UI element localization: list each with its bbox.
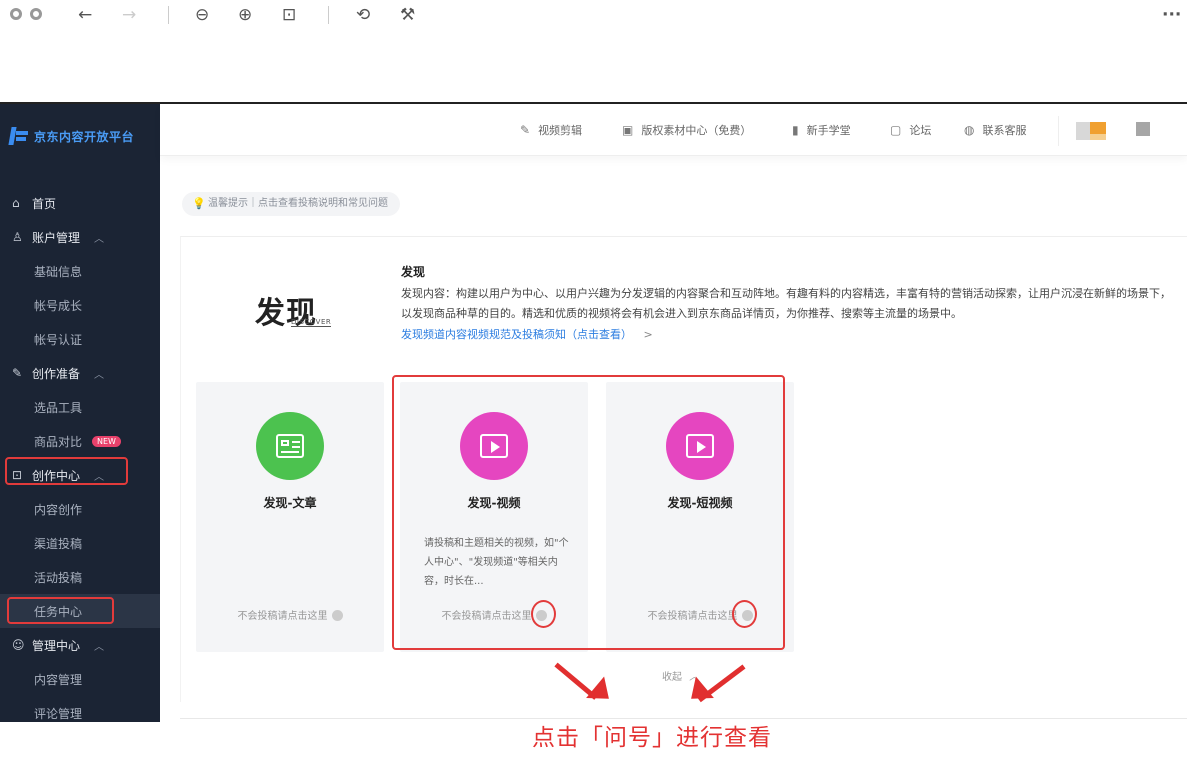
- home-icon: ⌂: [12, 196, 20, 210]
- highlight-ring: [732, 600, 757, 628]
- card-title: 发现-文章: [263, 496, 317, 510]
- header-link[interactable]: ◍ 联系客服: [964, 122, 1026, 138]
- header-link-label: 版权素材中心（免费）: [641, 124, 752, 137]
- logo-mark-icon: [8, 125, 30, 147]
- image-icon: ▣: [622, 123, 634, 137]
- highlight-box: [5, 457, 128, 485]
- header-divider: [1058, 116, 1059, 146]
- task-card[interactable]: 发现-文章不会投稿请点击这里: [196, 382, 384, 652]
- sidebar-item-label: 商品对比: [34, 434, 83, 449]
- book-icon: ▮: [792, 123, 799, 137]
- rotate-icon[interactable]: ⟲: [356, 4, 370, 26]
- sidebar-item[interactable]: 渠道投稿: [0, 526, 160, 560]
- avatar[interactable]: [1076, 122, 1106, 140]
- sidebar-item[interactable]: 内容管理: [0, 662, 160, 696]
- sidebar-item[interactable]: 帐号成长: [0, 288, 160, 322]
- guideline-link[interactable]: 发现频道内容视频规范及投稿须知（点击查看） >: [401, 326, 653, 342]
- highlight-ring: [531, 600, 556, 628]
- sidebar-item-label: 帐号认证: [34, 332, 83, 347]
- header-link[interactable]: ✎ 视频剪辑: [520, 122, 582, 138]
- sidebar-item[interactable]: 内容创作: [0, 492, 160, 526]
- sidebar-item[interactable]: ✎ 创作准备 ︿: [0, 356, 160, 390]
- link-arrow-icon: >: [643, 328, 653, 341]
- sidebar-item-label: 首页: [32, 196, 57, 211]
- intro-title: 发现: [401, 265, 426, 279]
- discover-logo: 发现 DISCOVER: [255, 288, 335, 334]
- annotation-caption: 点击「问号」进行查看: [532, 725, 772, 751]
- sidebar-item[interactable]: 基础信息: [0, 254, 160, 288]
- sidebar-item[interactable]: 评论管理: [0, 696, 160, 730]
- toolbar-divider: [328, 6, 329, 24]
- viewer-toolbar: ← → ⊖ ⊕ ⊡ ⟲ ⚒ ···: [0, 0, 1187, 32]
- sidebar-item[interactable]: 选品工具: [0, 390, 160, 424]
- sidebar-item[interactable]: ⌂ 首页: [0, 186, 160, 220]
- logo: 京东内容开放平台: [8, 124, 134, 148]
- sidebar-item-label: 选品工具: [34, 400, 83, 415]
- back-icon[interactable]: ←: [78, 4, 92, 26]
- tools-icon[interactable]: ⚒: [400, 4, 415, 26]
- header-link-label: 论坛: [909, 124, 932, 137]
- more-icon[interactable]: ···: [1162, 4, 1181, 26]
- header-link-label: 联系客服: [982, 124, 1027, 137]
- question-mark-icon[interactable]: [331, 610, 343, 621]
- chevron-up-icon[interactable]: ︿: [94, 638, 104, 653]
- header-link-label: 新手学堂: [806, 124, 851, 137]
- sidebar-item-label: 内容创作: [34, 502, 83, 517]
- article-icon: [256, 412, 324, 480]
- sidebar-item-label: 评论管理: [34, 706, 83, 721]
- forward-icon[interactable]: →: [122, 4, 136, 26]
- zoom-in-icon[interactable]: ⊕: [238, 4, 252, 26]
- sidebar-item-label: 内容管理: [34, 672, 83, 687]
- tip-banner[interactable]: 💡 温馨提示｜点击查看投稿说明和常见问题: [182, 192, 400, 216]
- sidebar-item-label: 渠道投稿: [34, 536, 83, 551]
- pen-icon: ✎: [12, 366, 23, 380]
- top-header: ✎ 视频剪辑 ▣ 版权素材中心（免费） ▮ 新手学堂 ▢ 论坛 ◍ 联系客服: [160, 104, 1187, 156]
- intro-text: 发现内容：构建以用户为中心、以用户兴趣为分发逻辑的内容聚合和互动阵地。有趣有料的…: [401, 287, 1171, 320]
- logo-small-text: DISCOVER: [291, 318, 332, 327]
- sidebar-item-label: 基础信息: [34, 264, 83, 279]
- sidebar-item-label: 帐号成长: [34, 298, 83, 313]
- header-link[interactable]: ▢ 论坛: [890, 122, 931, 138]
- manage-icon: ☺: [12, 638, 25, 652]
- tip-text: 温馨提示｜点击查看投稿说明和常见问题: [208, 198, 388, 209]
- sidebar-item[interactable]: 活动投稿: [0, 560, 160, 594]
- sidebar-item[interactable]: 帐号认证: [0, 322, 160, 356]
- sidebar-item-label: 创作准备: [32, 366, 81, 381]
- service-icon: ◍: [964, 123, 975, 137]
- window-dot-icon[interactable]: [30, 8, 42, 20]
- bulb-icon: 💡: [192, 197, 206, 210]
- highlight-box: [392, 375, 785, 650]
- fit-icon[interactable]: ⊡: [282, 4, 296, 26]
- toolbar-divider: [168, 6, 169, 24]
- user-icon: ♙: [12, 230, 23, 244]
- sidebar-item[interactable]: ☺ 管理中心 ︿: [0, 628, 160, 662]
- forum-icon: ▢: [890, 123, 902, 137]
- card-help-text: 不会投稿请点击这里: [237, 611, 328, 622]
- sidebar-item[interactable]: 商品对比 NEW: [0, 424, 160, 458]
- sidebar: 京东内容开放平台 ⌂ 首页 ♙ 账户管理 ︿ 基础信息帐号成长帐号认证 ✎ 创作准备 ︿ 选品工具…: [0, 104, 160, 722]
- header-link-label: 视频剪辑: [538, 124, 583, 137]
- sidebar-item-label: 管理中心: [32, 638, 81, 653]
- logo-text: 京东内容开放平台: [34, 129, 135, 144]
- sidebar-item-label: 账户管理: [32, 230, 81, 245]
- edit-icon: ✎: [520, 123, 531, 137]
- zoom-out-icon[interactable]: ⊖: [195, 4, 209, 26]
- chevron-up-icon[interactable]: ︿: [94, 366, 104, 381]
- sidebar-item[interactable]: ♙ 账户管理 ︿: [0, 220, 160, 254]
- chevron-up-icon[interactable]: ︿: [94, 230, 104, 245]
- header-link[interactable]: ▮ 新手学堂: [792, 122, 851, 138]
- header-link[interactable]: ▣ 版权素材中心（免费）: [622, 122, 751, 138]
- highlight-box: [7, 597, 114, 624]
- card-help-link[interactable]: 不会投稿请点击这里: [196, 607, 384, 622]
- window-dot-icon[interactable]: [10, 8, 22, 20]
- collapse-label: 收起: [662, 672, 682, 683]
- new-badge: NEW: [92, 435, 121, 447]
- guideline-link-text[interactable]: 发现频道内容视频规范及投稿须知（点击查看）: [401, 328, 632, 341]
- user-menu-icon[interactable]: [1136, 122, 1150, 136]
- sidebar-item-label: 活动投稿: [34, 570, 83, 585]
